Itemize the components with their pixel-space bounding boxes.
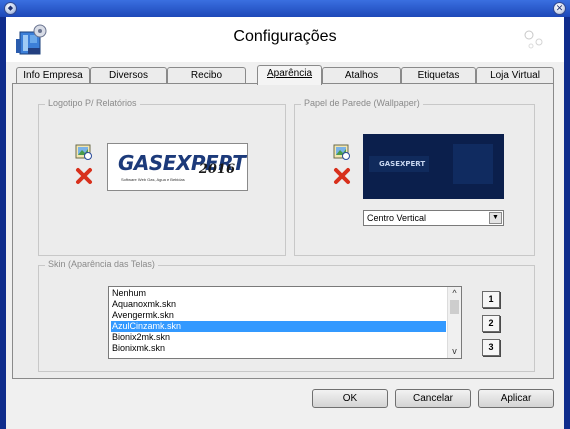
skin-page-1-button[interactable]: 1 — [482, 291, 500, 308]
skin-group: Skin (Aparência das Telas) Nenhum Aquano… — [38, 259, 535, 372]
dialog-body: Info Empresa Diversos Recibo Aparência A… — [6, 62, 564, 429]
tab-etiquetas[interactable]: Etiquetas — [401, 67, 476, 83]
dialog-title: Configurações — [233, 28, 337, 45]
dialog-client: Configurações Info Empresa Diversos Reci… — [6, 17, 564, 429]
dropdown-arrow-icon[interactable]: ▼ — [489, 212, 502, 224]
window-system-icon[interactable]: ◆ — [4, 2, 17, 15]
bubbles-icon — [524, 30, 543, 49]
delete-icon[interactable] — [75, 167, 93, 185]
wallpaper-group-title: Papel de Parede (Wallpaper) — [301, 98, 423, 108]
scroll-down-icon[interactable]: v — [449, 346, 460, 357]
list-item[interactable]: Bionix2mk.skn — [111, 332, 446, 343]
load-image-icon[interactable] — [75, 143, 93, 161]
tab-label: Diversos — [109, 70, 148, 81]
scroll-thumb[interactable] — [450, 300, 459, 314]
tab-loja-virtual[interactable]: Loja Virtual — [476, 67, 554, 83]
wallpaper-position-value: Centro Vertical — [367, 213, 427, 223]
tab-label: Etiquetas — [417, 70, 460, 81]
delete-icon[interactable] — [333, 167, 351, 185]
company-logo: GASEXPERT 2016 Software Web Gas, Agua e … — [107, 143, 248, 191]
tab-atalhos[interactable]: Atalhos — [322, 67, 401, 83]
logo-tagline: Software Web Gas, Agua e Bebidas — [121, 177, 185, 182]
wallpaper-position-select[interactable]: Centro Vertical ▼ — [363, 210, 504, 226]
list-item[interactable]: Bionixmk.skn — [111, 343, 446, 354]
load-image-icon[interactable] — [333, 143, 351, 161]
list-item[interactable]: Nenhum — [111, 288, 446, 299]
tab-label: Atalhos — [344, 70, 379, 81]
tab-label: Loja Virtual — [490, 70, 540, 81]
wallpaper-text: GASEXPERT — [379, 160, 426, 168]
skin-list[interactable]: Nenhum Aquanoxmk.skn Avengermk.skn AzulC… — [108, 286, 462, 359]
wallpaper-group: Papel de Parede (Wallpaper) GASEXPERT Ce… — [294, 98, 535, 256]
tab-label: Info Empresa — [23, 70, 83, 81]
app-window: ◆ ✕ Configurações Info Empresa Diversos … — [0, 0, 570, 429]
apply-button[interactable]: Aplicar — [478, 389, 554, 408]
list-item[interactable]: AzulCinzamk.skn — [111, 321, 446, 332]
tab-label: Recibo — [190, 70, 223, 81]
skin-page-3-button[interactable]: 3 — [482, 339, 500, 356]
dialog-header: Configurações — [6, 17, 564, 62]
tab-panel: Logotipo P/ Relatórios GASEXPERT 2016 So… — [12, 83, 554, 379]
scroll-up-icon[interactable]: ^ — [449, 288, 460, 299]
wallpaper-preview: GASEXPERT — [363, 134, 504, 199]
tab-aparencia[interactable]: Aparência — [257, 65, 322, 85]
list-item[interactable]: Aquanoxmk.skn — [111, 299, 446, 310]
skin-page-2-button[interactable]: 2 — [482, 315, 500, 332]
list-scrollbar[interactable]: ^ v — [447, 287, 461, 358]
tab-info-empresa[interactable]: Info Empresa — [16, 67, 90, 83]
window-close-icon[interactable]: ✕ — [553, 2, 566, 15]
tab-label: Aparência — [266, 68, 313, 79]
cancel-button[interactable]: Cancelar — [395, 389, 471, 408]
list-item[interactable]: Avengermk.skn — [111, 310, 446, 321]
logo-group: Logotipo P/ Relatórios GASEXPERT 2016 So… — [38, 98, 286, 256]
tab-diversos[interactable]: Diversos — [90, 67, 167, 83]
ok-button[interactable]: OK — [312, 389, 388, 408]
tab-recibo[interactable]: Recibo — [167, 67, 246, 83]
title-bar: ◆ ✕ — [0, 0, 570, 17]
logo-year: 2016 — [198, 162, 235, 177]
logo-group-title: Logotipo P/ Relatórios — [45, 98, 140, 108]
skin-group-title: Skin (Aparência das Telas) — [45, 259, 158, 269]
